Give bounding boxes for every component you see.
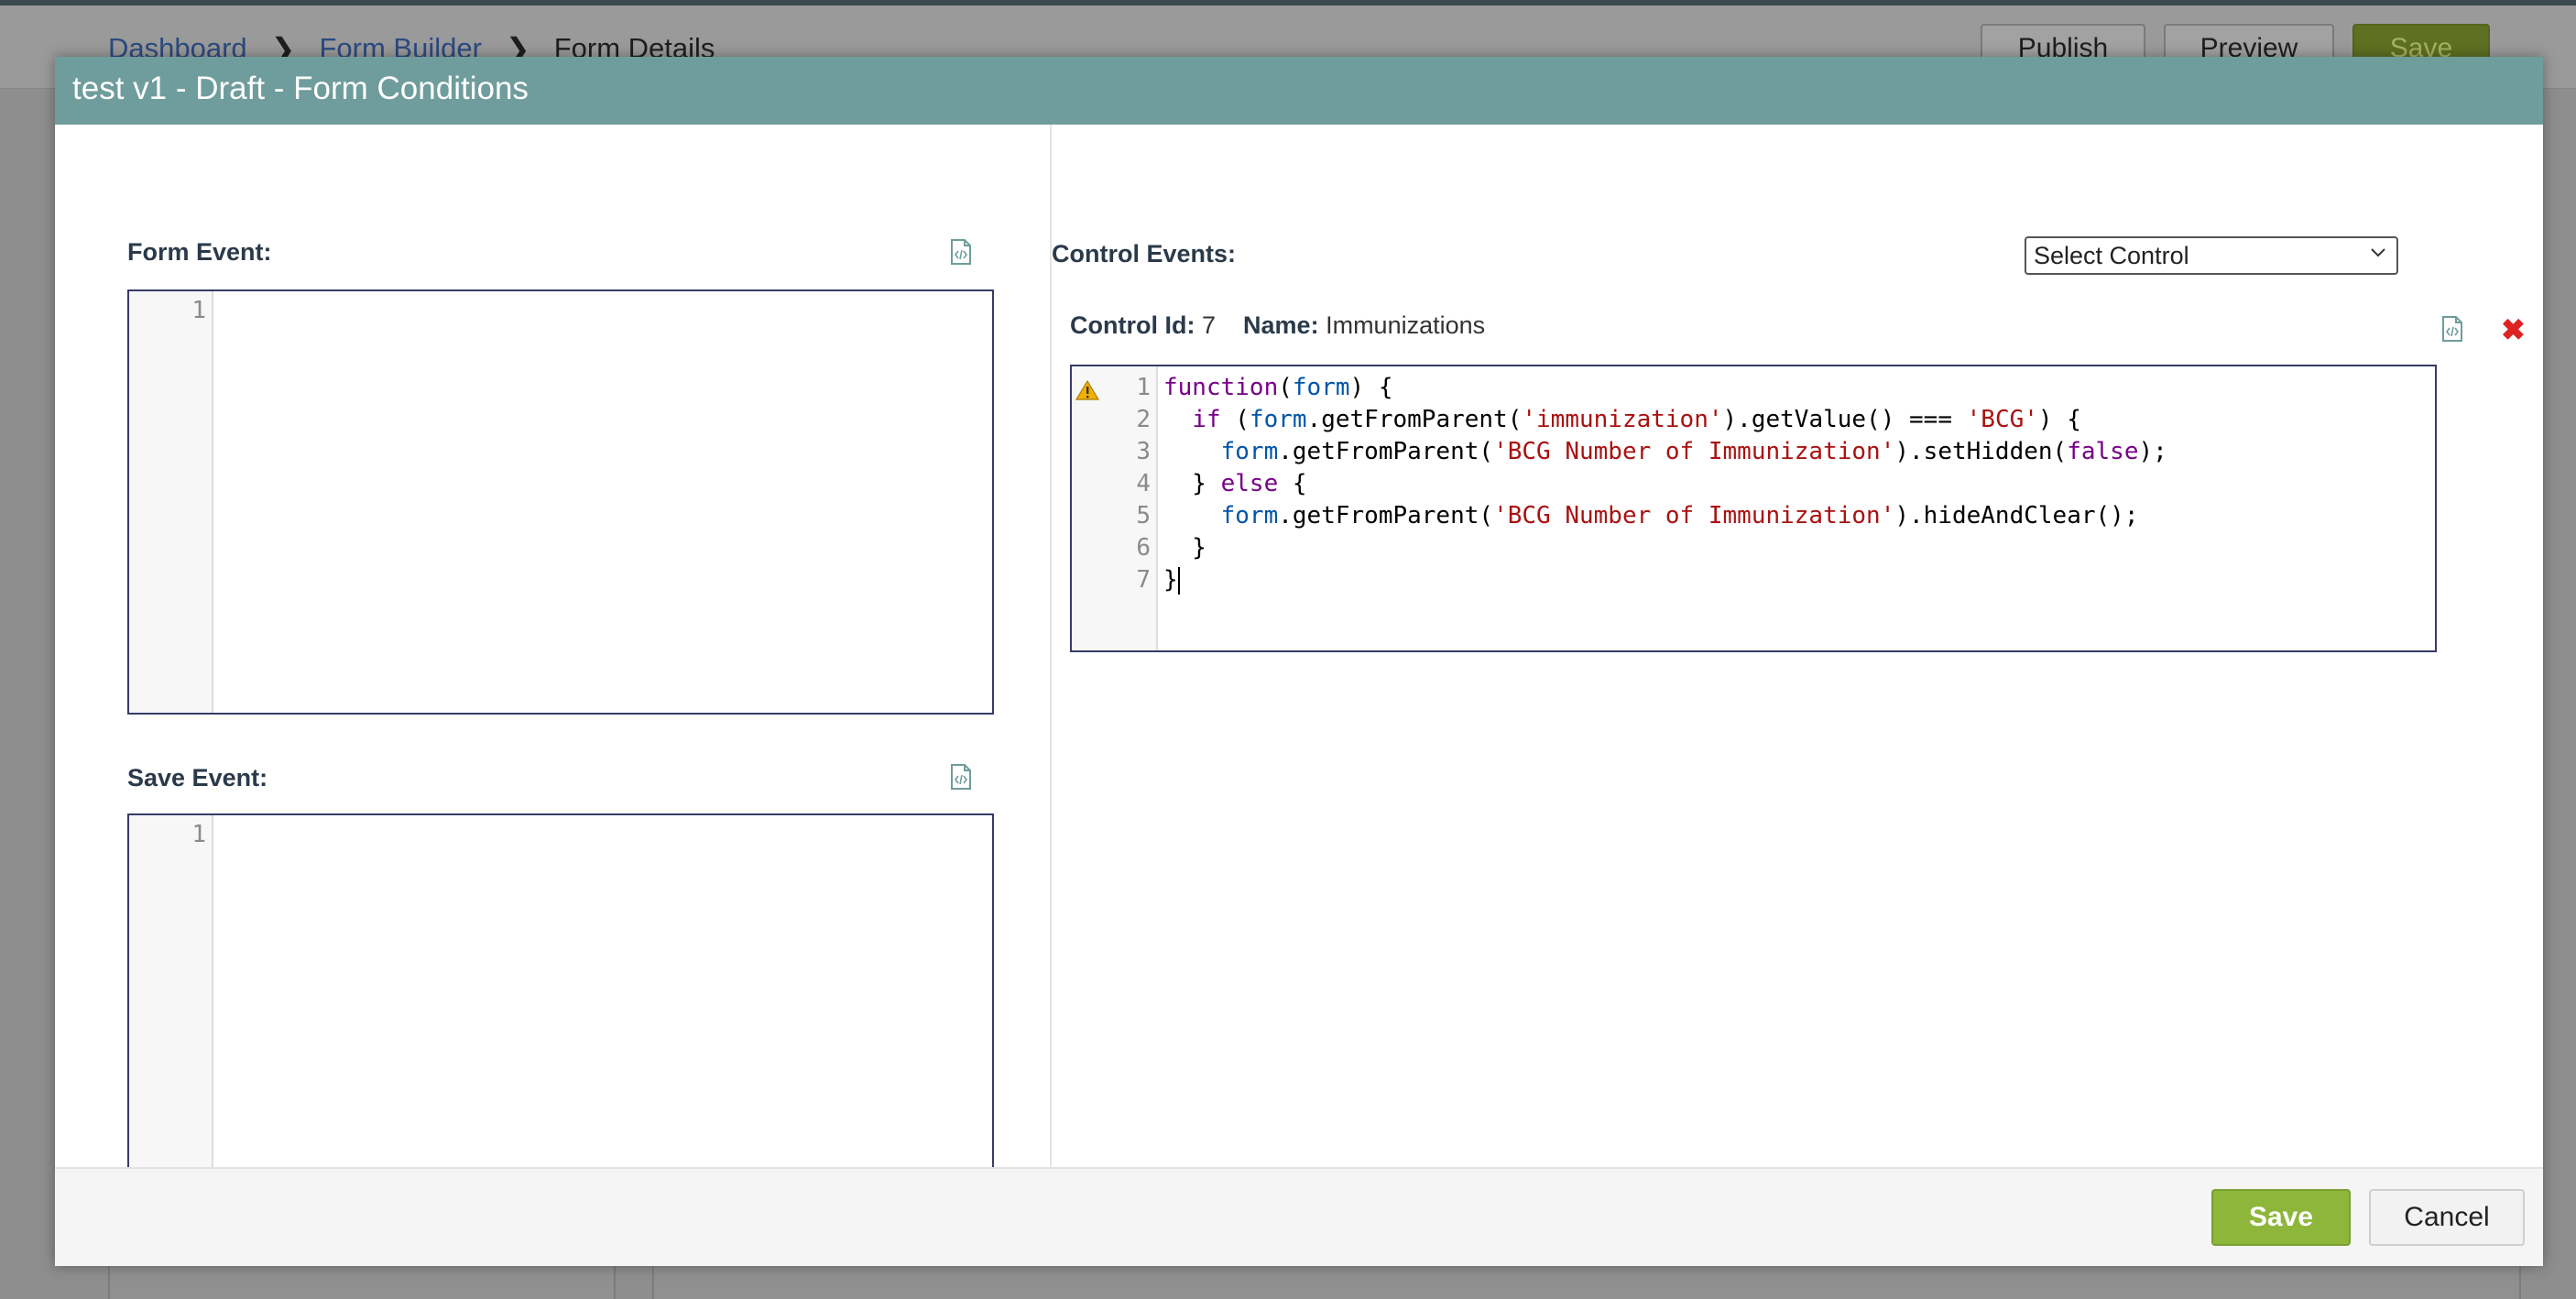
save-event-gutter: 1: [129, 815, 213, 1180]
code-file-icon[interactable]: [949, 763, 973, 791]
line-number: 6: [1136, 534, 1151, 562]
control-name-value: Immunizations: [1326, 311, 1486, 339]
form-event-editor[interactable]: 1: [127, 289, 994, 715]
select-control-dropdown[interactable]: Select Control: [2025, 236, 2398, 275]
code-line: if (form.getFromParent('immunization').g…: [1192, 406, 2081, 433]
modal-footer: Save Cancel: [55, 1167, 2543, 1266]
control-name-label: Name:: [1243, 311, 1319, 339]
line-number: 1: [191, 821, 206, 848]
control-info-row: Control Id: 7 Name: Immunizations: [1070, 311, 1485, 340]
control-event-editor[interactable]: 1 2 3 4 5 6 7 function(form) { if (form.…: [1070, 365, 2437, 652]
save-button[interactable]: Save: [2211, 1189, 2351, 1246]
close-icon[interactable]: ✖: [2501, 315, 2526, 344]
line-number: 7: [1136, 566, 1151, 594]
code-line: form.getFromParent('BCG Number of Immuni…: [1220, 438, 2167, 465]
code-line: } else {: [1163, 470, 1307, 497]
save-event-editor[interactable]: 1: [127, 813, 994, 1180]
code-line: form.getFromParent('BCG Number of Immuni…: [1220, 502, 2139, 529]
line-number: 5: [1136, 502, 1151, 529]
line-number: 1: [1136, 374, 1151, 401]
code-file-icon[interactable]: [2440, 315, 2464, 343]
line-number: 3: [1136, 438, 1151, 465]
select-control-value: Select Control: [2034, 242, 2189, 269]
code-line: }: [1163, 566, 1180, 595]
line-number: 1: [191, 297, 206, 324]
modal-title: test v1 - Draft - Form Conditions: [72, 71, 529, 106]
cancel-button[interactable]: Cancel: [2369, 1189, 2525, 1246]
text-cursor: [1177, 566, 1180, 595]
code-file-icon[interactable]: [949, 238, 973, 266]
right-pane: Control Events: Select Control Control I…: [1052, 125, 2543, 1167]
line-number: 2: [1136, 406, 1151, 433]
control-event-gutter: 1 2 3 4 5 6 7: [1072, 366, 1158, 650]
code-line: }: [1163, 534, 1206, 562]
form-event-gutter: 1: [129, 291, 213, 713]
code-line: function(form) {: [1163, 374, 1393, 401]
line-number: 4: [1136, 470, 1151, 497]
left-pane: Form Event: 1 Save Event: 1: [55, 125, 1050, 1180]
save-event-label: Save Event:: [127, 764, 268, 791]
chevron-down-icon: [2371, 248, 2385, 257]
control-id-label: Control Id:: [1070, 311, 1195, 339]
modal-header: test v1 - Draft - Form Conditions: [55, 57, 2543, 125]
control-id-value: 7: [1201, 311, 1217, 339]
form-conditions-modal: test v1 - Draft - Form Conditions Form E…: [55, 57, 2543, 1266]
form-event-label: Form Event:: [127, 238, 272, 266]
warning-icon[interactable]: [1075, 379, 1099, 401]
control-events-label: Control Events:: [1052, 240, 1237, 267]
